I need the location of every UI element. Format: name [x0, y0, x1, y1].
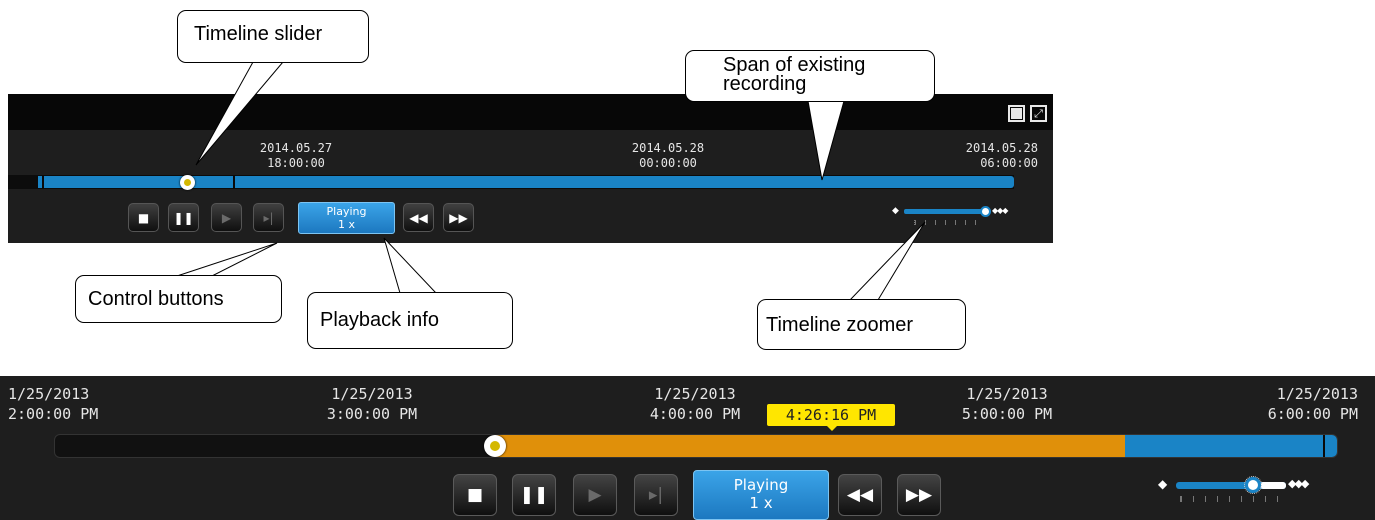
- annotated-player-screenshot: ⤢ 2014.05.27 18:00:00 2014.05.28 00:00:0…: [0, 0, 1375, 520]
- callout-label: Control buttons: [88, 288, 224, 310]
- stop-icon: ■: [137, 210, 150, 225]
- tick-date: 1/25/2013: [654, 385, 736, 403]
- timeline-zoomer[interactable]: ◆ ◆◆◆: [892, 205, 1012, 227]
- tick-time: 18:00:00: [267, 156, 325, 170]
- stop-icon: ■: [466, 485, 484, 505]
- step-forward-button[interactable]: ▸|: [253, 203, 284, 232]
- single-view-icon[interactable]: [1008, 105, 1025, 122]
- zoom-bar-fill: [1260, 482, 1286, 489]
- play-icon: ▶: [221, 210, 232, 225]
- pause-icon: ❚❚: [173, 210, 194, 225]
- zoom-bar: [1176, 482, 1286, 489]
- timeline-tick: 1/25/2013 6:00:00 PM: [1188, 384, 1358, 424]
- tick-date: 1/25/2013: [1276, 385, 1358, 403]
- stop-button[interactable]: ■: [453, 474, 497, 516]
- timeline-slider[interactable]: [180, 175, 195, 190]
- timeline-tick: 2014.05.28 00:00:00: [608, 141, 728, 171]
- zoom-ticks: [914, 220, 984, 225]
- segment-marker: [42, 175, 44, 189]
- timeline-tick: 1/25/2013 4:00:00 PM: [610, 384, 780, 424]
- tick-date: 1/25/2013: [331, 385, 413, 403]
- callout-timeline-slider: Timeline slider: [177, 10, 369, 63]
- tick-time: 5:00:00 PM: [961, 405, 1053, 423]
- play-button[interactable]: ▶: [211, 203, 242, 232]
- segment-marker: [1323, 435, 1325, 457]
- play-icon: ▶: [588, 485, 602, 505]
- timeline-tick: 1/25/2013 2:00:00 PM: [8, 384, 178, 424]
- zoom-out-icon[interactable]: ◆: [892, 206, 899, 216]
- fast-forward-icon: ▶▶: [449, 210, 468, 225]
- play-button[interactable]: ▶: [573, 474, 617, 516]
- pause-button[interactable]: ❚❚: [512, 474, 556, 516]
- timeline-tick: 1/25/2013 3:00:00 PM: [287, 384, 457, 424]
- callout-label: Timeline zoomer: [766, 314, 914, 336]
- callout-pointer: [176, 242, 278, 277]
- zoom-bar: [904, 209, 984, 214]
- tick-time: 6:00:00 PM: [1267, 405, 1358, 423]
- callout-label: Playback info: [320, 309, 439, 331]
- pause-button[interactable]: ❚❚: [168, 203, 199, 232]
- rewind-icon: ◀◀: [846, 485, 874, 505]
- zoom-in-icon[interactable]: ◆◆◆: [992, 206, 1009, 215]
- rewind-icon: ◀◀: [409, 210, 428, 225]
- callout-label: recording: [723, 73, 807, 95]
- rewind-button[interactable]: ◀◀: [403, 203, 434, 232]
- zoom-ticks: [1180, 496, 1280, 502]
- fast-forward-icon: ▶▶: [905, 485, 933, 505]
- pause-icon: ❚❚: [519, 485, 549, 505]
- playback-status: Playing: [733, 476, 789, 494]
- timeline-slider[interactable]: [484, 435, 506, 457]
- callout-recording-span: Span of existing recording: [685, 50, 935, 102]
- zoom-out-icon[interactable]: ◆: [1158, 477, 1167, 491]
- rewind-button[interactable]: ◀◀: [838, 474, 882, 516]
- step-forward-icon: ▸|: [263, 210, 274, 225]
- fast-forward-button[interactable]: ▶▶: [443, 203, 474, 232]
- segment-marker: [233, 175, 235, 189]
- zoom-knob[interactable]: [1244, 476, 1262, 494]
- timeline-track[interactable]: [8, 175, 1014, 189]
- fullscreen-icon[interactable]: ⤢: [1030, 105, 1047, 122]
- timeline-zoomer[interactable]: ◆ ◆◆◆: [1158, 475, 1318, 505]
- timeline-track[interactable]: [54, 434, 1338, 458]
- tick-time: 4:00:00 PM: [649, 405, 741, 423]
- played-span: [495, 435, 1125, 457]
- step-forward-icon: ▸|: [648, 485, 664, 505]
- callout-pointer: [383, 237, 438, 294]
- timeline-tick: 1/25/2013 5:00:00 PM: [922, 384, 1092, 424]
- playback-speed: 1 x: [337, 218, 355, 231]
- playback-info: Playing 1 x: [298, 202, 395, 234]
- tick-date: 2014.05.27: [259, 141, 333, 155]
- stop-button[interactable]: ■: [128, 203, 159, 232]
- current-time-tooltip: 4:26:16 PM: [767, 404, 895, 431]
- playback-info: Playing 1 x: [693, 470, 829, 520]
- tick-date: 1/25/2013: [966, 385, 1048, 403]
- tick-time: 06:00:00: [980, 156, 1038, 170]
- view-mode-icons: ⤢: [1008, 105, 1047, 122]
- timeline-tick: 2014.05.28 06:00:00: [918, 141, 1038, 171]
- zoom-in-icon[interactable]: ◆◆◆: [1288, 477, 1309, 490]
- callout-label: Timeline slider: [194, 23, 323, 45]
- tick-date: 1/25/2013: [8, 385, 90, 403]
- tick-time: 00:00:00: [639, 156, 697, 170]
- playback-status: Playing: [326, 205, 367, 218]
- fast-forward-button[interactable]: ▶▶: [897, 474, 941, 516]
- step-forward-button[interactable]: ▸|: [634, 474, 678, 516]
- tick-date: 2014.05.28: [631, 141, 705, 155]
- tick-time: 2:00:00 PM: [8, 405, 99, 423]
- timeline-tick: 2014.05.27 18:00:00: [236, 141, 356, 171]
- callout-control-buttons: Control buttons: [75, 275, 282, 323]
- playback-panel-bottom: 1/25/2013 2:00:00 PM 1/25/2013 3:00:00 P…: [0, 376, 1375, 520]
- tick-time: 3:00:00 PM: [326, 405, 418, 423]
- playback-speed: 1 x: [749, 494, 773, 512]
- callout-playback-info: Playback info: [307, 292, 513, 349]
- zoom-knob[interactable]: [980, 206, 991, 217]
- callout-timeline-zoomer: Timeline zoomer: [757, 299, 966, 350]
- recording-span: [1125, 435, 1337, 457]
- callout-label: Span of existing: [723, 54, 866, 76]
- tick-date: 2014.05.28: [965, 141, 1038, 155]
- playback-panel-top: ⤢ 2014.05.27 18:00:00 2014.05.28 00:00:0…: [8, 94, 1053, 243]
